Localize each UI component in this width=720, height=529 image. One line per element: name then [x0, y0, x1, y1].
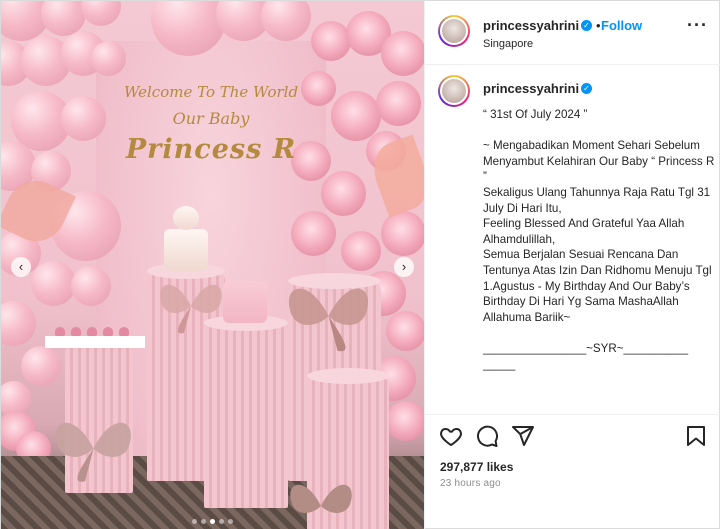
butterfly-decor — [160, 284, 222, 334]
post-photo[interactable]: Welcome To The World Our Baby Princess R — [1, 1, 424, 529]
follow-button[interactable]: Follow — [601, 18, 642, 33]
carousel-dot[interactable] — [192, 519, 197, 524]
flower — [291, 211, 336, 256]
flower — [386, 311, 424, 351]
header-username[interactable]: princessyahrini — [483, 18, 579, 33]
flower — [381, 31, 424, 76]
verified-badge-icon: ✓ — [581, 20, 592, 31]
chevron-right-icon: › — [401, 259, 407, 274]
sign-line-2: Our Baby — [172, 109, 250, 128]
avatar[interactable] — [438, 15, 470, 47]
cake-topper — [173, 206, 199, 230]
share-icon[interactable] — [511, 424, 535, 448]
carousel-dot[interactable] — [201, 519, 206, 524]
balloon — [81, 1, 121, 26]
flower — [341, 231, 381, 271]
post-frame: Welcome To The World Our Baby Princess R — [0, 0, 720, 529]
flower — [386, 401, 424, 441]
caption-avatar[interactable] — [438, 75, 470, 107]
flower — [376, 81, 421, 126]
flower — [321, 171, 366, 216]
cupcake — [103, 327, 113, 336]
balloon — [21, 346, 61, 386]
post-header: princessyahrini ✓ • Follow Singapore ··· — [425, 1, 720, 65]
butterfly-decor — [56, 422, 131, 482]
balloon — [261, 1, 311, 41]
carousel-next-button[interactable]: › — [394, 257, 414, 277]
heart-icon[interactable] — [439, 424, 463, 448]
balloon — [71, 266, 111, 306]
balloon — [1, 301, 36, 346]
cupcake — [55, 327, 65, 336]
cupcake — [87, 327, 97, 336]
verified-badge-icon: ✓ — [581, 83, 592, 94]
post-side-panel: princessyahrini ✓ • Follow Singapore ···… — [424, 1, 720, 529]
caption-text: “ 31st Of July 2024 ” ~ Mengabadikan Mom… — [483, 108, 715, 371]
chevron-left-icon: ‹ — [18, 259, 24, 274]
carousel-indicator — [1, 511, 424, 529]
pillar — [204, 323, 288, 508]
flower — [311, 21, 351, 61]
pink-cake — [223, 281, 267, 323]
carousel-prev-button[interactable]: ‹ — [11, 257, 31, 277]
butterfly-decor — [288, 288, 369, 352]
carousel-dot[interactable] — [219, 519, 224, 524]
post-actions-bar — [425, 414, 720, 456]
sign-line-3: Princess R — [125, 134, 297, 165]
cupcake — [119, 327, 129, 336]
carousel-dot[interactable] — [228, 519, 233, 524]
caption-username[interactable]: princessyahrini — [483, 81, 579, 96]
cupcake — [71, 327, 81, 336]
flower — [331, 91, 381, 141]
post-timestamp[interactable]: 23 hours ago — [440, 478, 501, 489]
bookmark-icon[interactable] — [684, 424, 708, 448]
post-location[interactable]: Singapore — [483, 38, 533, 50]
tiered-cake — [164, 229, 208, 271]
more-options-icon[interactable]: ··· — [687, 15, 708, 36]
likes-count[interactable]: 297,877 likes — [440, 460, 513, 474]
pillar-top — [307, 368, 389, 384]
cupcake-tray — [45, 336, 145, 348]
avatar-image — [440, 17, 468, 45]
avatar-image — [440, 77, 468, 105]
comment-icon[interactable] — [475, 424, 499, 448]
balloon — [91, 41, 126, 76]
header-separator: • — [596, 18, 601, 33]
sign-line-1: Welcome To The World — [123, 83, 299, 101]
carousel-dot[interactable] — [210, 519, 215, 524]
balloon — [31, 261, 76, 306]
flower — [381, 211, 424, 256]
welcome-sign: Welcome To The World Our Baby Princess R — [96, 83, 326, 165]
